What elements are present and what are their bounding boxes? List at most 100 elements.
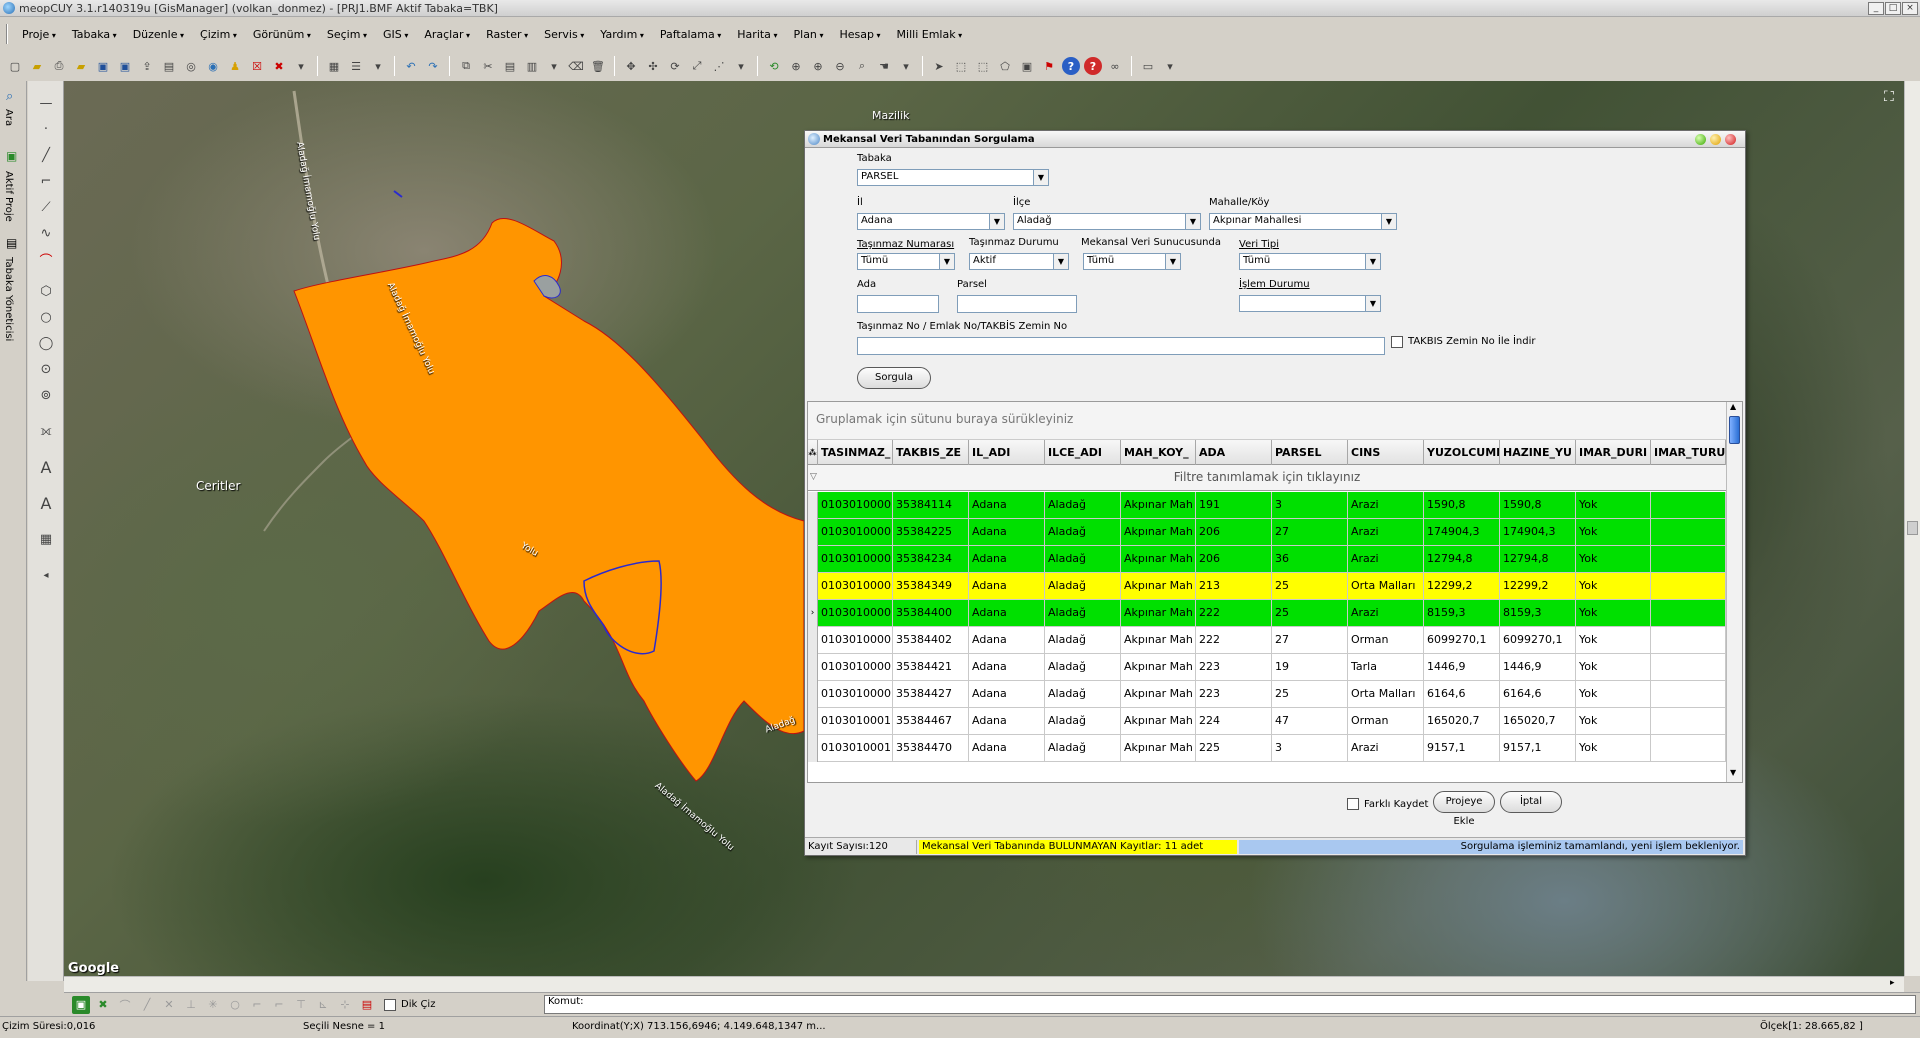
select-crossing-icon[interactable]: ⬚	[974, 57, 992, 75]
tab-ara[interactable]: Ara	[3, 109, 14, 126]
rotate-icon[interactable]: ⟳	[666, 57, 684, 75]
snap-perp-icon[interactable]: ⊥	[182, 996, 200, 1014]
dik-ciz-checkbox[interactable]	[384, 998, 396, 1011]
zoom-out-icon[interactable]: ⊖	[831, 57, 849, 75]
paste-special-icon[interactable]: ▥	[523, 57, 541, 75]
folder-icon[interactable]: ▰	[72, 57, 90, 75]
chevron-left-icon[interactable]: ◂	[36, 565, 56, 585]
sunucu-select[interactable]: Tümü ▼	[1083, 253, 1181, 270]
table-row[interactable]: › 0103010000 35384400 Adana Aladağ Akpınar Ma…	[808, 600, 1726, 627]
map-vertical-scrollbar[interactable]	[1904, 81, 1920, 976]
move-icon[interactable]: ✥	[622, 57, 640, 75]
column-header[interactable]: MAH_KOY_	[1121, 440, 1196, 465]
parsel-input[interactable]	[957, 295, 1077, 313]
menu-harita[interactable]: Harita	[729, 28, 785, 41]
menu-hesap[interactable]: Hesap	[831, 28, 888, 41]
maximize-button[interactable]: □	[1885, 1, 1901, 15]
circle-center-icon[interactable]: ⊙	[36, 359, 56, 379]
row-selector[interactable]: ›	[808, 600, 818, 627]
chevron-down-icon[interactable]: ▾	[545, 57, 563, 75]
save-icon[interactable]: ▣	[94, 57, 112, 75]
iptal-button[interactable]: İptal	[1500, 791, 1562, 813]
column-header[interactable]: TAKBIS_ZE	[893, 440, 969, 465]
scale-icon[interactable]: ⤢	[688, 57, 706, 75]
offset-icon[interactable]: ⋰	[710, 57, 728, 75]
arc-icon[interactable]: ⌒	[36, 249, 56, 269]
refresh-icon[interactable]: ⟲	[765, 57, 783, 75]
menu-cizim[interactable]: Çizim	[192, 28, 245, 41]
chevron-down-icon[interactable]: ▼	[1381, 214, 1396, 229]
layers-icon[interactable]: ▤	[6, 236, 17, 250]
column-header[interactable]: IMAR_TURU	[1651, 440, 1726, 465]
scroll-down-arrow[interactable]: ▼	[1730, 768, 1736, 777]
select-window-icon[interactable]: ⬚	[952, 57, 970, 75]
column-header[interactable]: YUZOLCUMI	[1424, 440, 1500, 465]
binoculars-icon[interactable]: ∞	[1106, 57, 1124, 75]
row-selector[interactable]	[808, 492, 818, 519]
copy-icon[interactable]: ⧉	[457, 57, 475, 75]
chevron-down-icon[interactable]: ▼	[1365, 254, 1380, 269]
table-row[interactable]: 0103010000 35384114 Adana Aladağ Akpınar Mah…	[808, 492, 1726, 519]
document-icon[interactable]: ▤	[160, 57, 178, 75]
minimize-button[interactable]: _	[1868, 1, 1884, 15]
circle-icon[interactable]: ○	[36, 307, 56, 327]
map-horizontal-scrollbar[interactable]: ▸	[64, 976, 1904, 992]
column-header[interactable]: CINS	[1348, 440, 1424, 465]
help-icon[interactable]: ?	[1062, 57, 1080, 75]
export-icon[interactable]: ⇪	[138, 57, 156, 75]
menu-gorunum[interactable]: Görünüm	[245, 28, 319, 41]
eraser-icon[interactable]: ⌫	[567, 57, 585, 75]
ilce-select[interactable]: Aladağ ▼	[1013, 213, 1201, 230]
chevron-down-icon[interactable]: ▾	[732, 57, 750, 75]
chevron-down-icon[interactable]: ▾	[292, 57, 310, 75]
polyline-icon[interactable]: ⌐	[36, 171, 56, 191]
select-arrow-icon[interactable]: ➤	[930, 57, 948, 75]
chevron-down-icon[interactable]: ▼	[1365, 296, 1380, 311]
fullscreen-icon[interactable]: ⛶	[1884, 89, 1894, 105]
table-icon[interactable]: ▦	[36, 529, 56, 549]
save-as-icon[interactable]: ▣	[116, 57, 134, 75]
chevron-down-icon[interactable]: ▾	[369, 57, 387, 75]
grid-vertical-scrollbar[interactable]: ▲ ▼	[1726, 402, 1742, 782]
text-icon[interactable]: A	[36, 457, 56, 477]
column-header[interactable]: IMAR_DURI	[1576, 440, 1651, 465]
snap-node-icon[interactable]: ✳	[204, 996, 222, 1014]
pan-icon[interactable]: ☚	[875, 57, 893, 75]
chevron-down-icon[interactable]: ▼	[1165, 254, 1180, 269]
table-row[interactable]: 0103010000 35384421 Adana Aladağ Akpınar Mah…	[808, 654, 1726, 681]
tab-aktif-proje[interactable]: Aktif Proje	[3, 171, 14, 222]
filter-row[interactable]: ▽ Filtre tanımlamak için tıklayınız	[808, 465, 1726, 491]
menu-gis[interactable]: GIS	[375, 28, 416, 41]
tasinmaz-no-select[interactable]: Tümü ▼	[857, 253, 955, 270]
cut-icon[interactable]: ✂	[479, 57, 497, 75]
row-selector[interactable]	[808, 573, 818, 600]
sorgula-button[interactable]: Sorgula	[857, 367, 931, 389]
new-file-icon[interactable]: ▢	[6, 57, 24, 75]
veri-tipi-select[interactable]: Tümü ▼	[1239, 253, 1381, 270]
search-icon[interactable]: ⌕	[6, 89, 13, 104]
close-button[interactable]: ×	[1902, 1, 1918, 15]
question-icon[interactable]: ?	[1084, 57, 1102, 75]
menu-raster[interactable]: Raster	[478, 28, 536, 41]
tab-tabaka-yoneticisi[interactable]: Tabaka Yöneticisi	[3, 257, 14, 341]
menu-paftalama[interactable]: Paftalama	[652, 28, 729, 41]
snap-near-icon[interactable]: ⌐	[248, 996, 266, 1014]
takbis-checkbox[interactable]	[1391, 336, 1403, 348]
scroll-thumb[interactable]	[1729, 416, 1740, 444]
snap-mid-icon[interactable]: ╱	[138, 996, 156, 1014]
curve-icon[interactable]: ∿	[36, 223, 56, 243]
line-icon[interactable]: —	[36, 93, 56, 113]
chevron-down-icon[interactable]: ▾	[1161, 57, 1179, 75]
move-copy-icon[interactable]: ✣	[644, 57, 662, 75]
islem-select[interactable]: ▼	[1239, 295, 1381, 312]
circle-2-icon[interactable]: ◯	[36, 333, 56, 353]
table-row[interactable]: 0103010000 35384349 Adana Aladağ Akpınar Mah…	[808, 573, 1726, 600]
display-icon[interactable]: ▭	[1139, 57, 1157, 75]
menu-araclar[interactable]: Araçlar	[416, 28, 478, 41]
row-selector[interactable]	[808, 546, 818, 573]
ada-input[interactable]	[857, 295, 939, 313]
row-selector[interactable]	[808, 627, 818, 654]
snap-grid-icon[interactable]: ⊹	[336, 996, 354, 1014]
open-folder-icon[interactable]: ▰	[28, 57, 46, 75]
row-selector[interactable]	[808, 681, 818, 708]
